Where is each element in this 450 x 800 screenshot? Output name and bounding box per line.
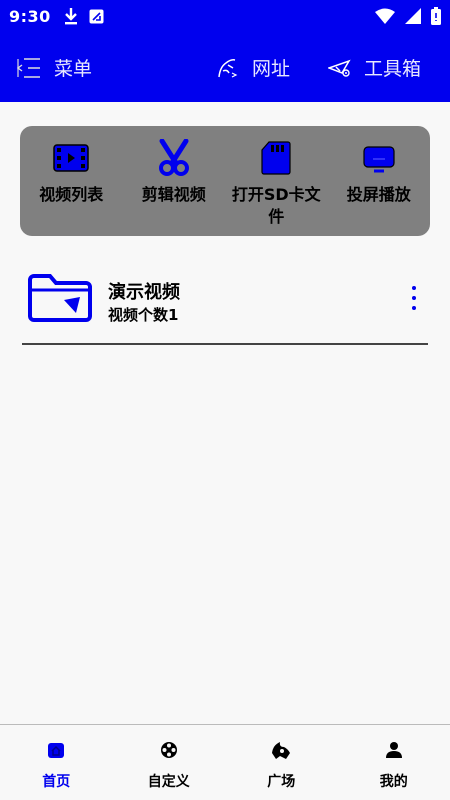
toolbox-button[interactable]: 工具箱: [328, 54, 421, 81]
quick-action-label: 剪辑视频: [141, 185, 206, 204]
nav-custom[interactable]: 自定义: [113, 725, 226, 800]
app-bar: 菜单 网址 工具箱: [0, 32, 450, 102]
scissors-icon: [154, 138, 194, 178]
quick-action-label: 打开SD卡文件: [231, 185, 321, 226]
bottom-nav: 首页 自定义 广场 我的: [0, 724, 450, 800]
list-divider: [22, 343, 428, 345]
cast-screen-icon: [359, 138, 399, 178]
quick-action-label: 投屏播放: [346, 185, 411, 204]
nav-home[interactable]: 首页: [0, 725, 113, 800]
menu-label: 菜单: [54, 58, 93, 80]
sd-card-icon: [256, 138, 296, 178]
nav-label: 我的: [379, 774, 408, 790]
status-time: 9:30: [9, 6, 51, 26]
quick-action-open-sd[interactable]: 打开SD卡文件: [225, 126, 328, 236]
quick-action-panel: 视频列表 剪辑视频 打开SD卡文件 投屏播放: [20, 126, 430, 236]
folder-icon: [28, 274, 92, 322]
toolbox-icon: [328, 59, 351, 77]
nav-label: 广场: [267, 774, 296, 790]
battery-icon: [431, 7, 441, 25]
menu-icon: [16, 57, 40, 78]
plaza-icon: [270, 739, 292, 761]
download-icon: [64, 8, 77, 25]
folder-title: 演示视频: [108, 282, 180, 303]
url-button[interactable]: 网址: [216, 54, 290, 81]
signal-icon: [405, 8, 421, 24]
url-icon: [218, 58, 238, 78]
app-notification-icon: [89, 9, 104, 23]
toolbox-label: 工具箱: [364, 58, 422, 80]
menu-button[interactable]: 菜单: [16, 54, 92, 81]
status-system-icons: [375, 7, 441, 25]
nav-label: 自定义: [147, 774, 190, 790]
person-icon: [383, 739, 405, 761]
nav-label: 首页: [42, 774, 71, 790]
status-notifications: [63, 7, 104, 25]
quick-action-video-list[interactable]: 视频列表: [20, 126, 123, 236]
nav-plaza[interactable]: 广场: [225, 725, 338, 800]
film-reel-icon: [158, 739, 180, 761]
more-options-icon[interactable]: [406, 286, 422, 310]
quick-action-cast-screen[interactable]: 投屏播放: [328, 126, 431, 236]
quick-action-label: 视频列表: [39, 185, 104, 204]
video-list-icon: [51, 138, 91, 178]
quick-action-edit-video[interactable]: 剪辑视频: [123, 126, 226, 236]
status-bar: 9:30: [0, 0, 450, 32]
nav-mine[interactable]: 我的: [338, 725, 450, 800]
folder-list-item[interactable]: 演示视频 视频个数1: [24, 270, 428, 330]
url-label: 网址: [252, 58, 291, 80]
wifi-icon: [375, 8, 395, 24]
folder-video-count: 视频个数1: [108, 306, 179, 324]
home-icon: [45, 739, 67, 761]
